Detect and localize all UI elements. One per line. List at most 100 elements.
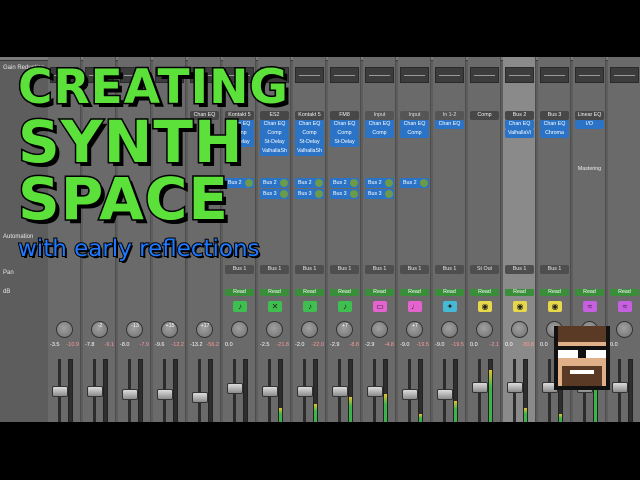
send-level-knob[interactable] [420, 179, 428, 187]
plugin-slot[interactable]: Chan EQ [435, 120, 464, 129]
automation-mode[interactable]: Read [260, 289, 289, 296]
pan-knob[interactable] [56, 321, 73, 338]
plugin-slot[interactable]: ValhallaVi [505, 129, 534, 138]
volume-fader[interactable] [367, 386, 383, 397]
plugin-slot[interactable]: Chan EQ [540, 120, 569, 129]
automation-mode[interactable]: Read [295, 289, 324, 296]
gain-reduction-meter [400, 67, 429, 83]
plugin-slot[interactable]: Chan EQ [365, 120, 394, 129]
send-slot[interactable]: Bus 2 [400, 178, 429, 188]
send-slot[interactable]: Bus 3 [260, 189, 289, 199]
pan-knob[interactable] [371, 321, 388, 338]
output-slot[interactable]: Bus 1 [365, 265, 394, 274]
automation-mode[interactable]: Read [575, 289, 604, 296]
send-level-knob[interactable] [385, 179, 393, 187]
volume-fader[interactable] [157, 389, 173, 400]
plugin-slot[interactable]: I/O [575, 120, 604, 129]
pan-knob[interactable] [266, 321, 283, 338]
plugin-slot[interactable]: ValhallaSh [260, 147, 289, 156]
send-slot[interactable]: Bus 3 [330, 189, 359, 199]
plugin-slot[interactable]: St-Delay [260, 138, 289, 147]
plugin-slot[interactable]: St-Delay [330, 138, 359, 147]
automation-mode[interactable]: Read [610, 289, 639, 296]
volume-fader[interactable] [472, 381, 488, 393]
plugin-slot[interactable]: Comp [295, 129, 324, 138]
plugin-slot[interactable]: Linear EQ [575, 111, 604, 120]
output-slot[interactable]: St Out [470, 265, 499, 274]
output-slot[interactable]: Bus 1 [400, 265, 429, 274]
send-level-knob[interactable] [385, 190, 393, 198]
volume-fader[interactable] [437, 389, 453, 400]
automation-mode[interactable]: Read [505, 289, 534, 296]
plugin-slot[interactable]: In 1-2 [435, 111, 464, 120]
volume-fader[interactable] [87, 386, 103, 397]
volume-fader[interactable] [122, 389, 138, 400]
send-level-knob[interactable] [245, 179, 253, 187]
plugin-slot[interactable]: Comp [365, 129, 394, 138]
pan-knob[interactable] [476, 321, 493, 338]
output-slot[interactable]: Bus 1 [540, 265, 569, 274]
send-slot[interactable]: Bus 2 [295, 178, 324, 188]
send-level-knob[interactable] [280, 190, 288, 198]
send-level-knob[interactable] [350, 179, 358, 187]
plugin-slot[interactable]: Comp [400, 129, 429, 138]
plugin-slot[interactable]: FM8 [330, 111, 359, 120]
output-slot[interactable]: Bus 1 [330, 265, 359, 274]
send-slot[interactable]: Bus 3 [295, 189, 324, 199]
send-level-knob[interactable] [280, 179, 288, 187]
automation-mode[interactable]: Read [540, 289, 569, 296]
gain-reduction-meter [540, 67, 569, 83]
pan-knob[interactable] [616, 321, 633, 338]
send-slot[interactable]: Bus 2 [365, 178, 394, 188]
plugin-slot[interactable]: ValhallaSh [295, 147, 324, 156]
output-slot[interactable]: Bus 1 [225, 265, 254, 274]
plugin-slot[interactable]: Bus 2 [505, 111, 534, 120]
plugin-slot[interactable]: Bus 3 [540, 111, 569, 120]
automation-mode[interactable]: Read [470, 289, 499, 296]
output-slot[interactable]: Bus 1 [260, 265, 289, 274]
plugin-slot[interactable]: Chan EQ [330, 120, 359, 129]
volume-fader[interactable] [402, 389, 418, 400]
output-slot[interactable]: Bus 1 [505, 265, 534, 274]
volume-fader[interactable] [52, 386, 68, 397]
plugin-slot[interactable]: Input [400, 111, 429, 120]
pan-knob[interactable] [511, 321, 528, 338]
pan-knob[interactable] [231, 321, 248, 338]
send-level-knob[interactable] [350, 190, 358, 198]
automation-mode[interactable]: Read [330, 289, 359, 296]
plugin-slot[interactable]: Chan EQ [260, 120, 289, 129]
plugin-slot[interactable]: Chan EQ [400, 120, 429, 129]
automation-mode[interactable]: Read [435, 289, 464, 296]
send-slot[interactable]: Bus 2 [330, 178, 359, 188]
automation-mode[interactable]: Read [400, 289, 429, 296]
plugin-slot[interactable]: Comp [260, 129, 289, 138]
plugin-slot[interactable]: Chan EQ [295, 120, 324, 129]
volume-fader[interactable] [227, 383, 243, 394]
plugin-slot[interactable]: Chan EQ [505, 120, 534, 129]
volume-fader[interactable] [507, 381, 523, 393]
plugin-slot[interactable]: Input [365, 111, 394, 120]
volume-fader[interactable] [297, 386, 313, 397]
pan-knob[interactable] [441, 321, 458, 338]
plugin-slot[interactable]: Comp [470, 111, 499, 120]
plugin-slot[interactable]: Chroma [540, 129, 569, 138]
volume-fader[interactable] [332, 386, 348, 397]
automation-mode[interactable]: Read [225, 289, 254, 296]
volume-fader[interactable] [262, 386, 278, 397]
plugin-slot[interactable]: St-Delay [295, 138, 324, 147]
output-slot[interactable]: Bus 1 [295, 265, 324, 274]
send-slot[interactable]: Bus 2 [225, 178, 254, 188]
automation-mode[interactable]: Read [365, 289, 394, 296]
send-slot[interactable]: Bus 2 [260, 178, 289, 188]
send-level-knob[interactable] [315, 190, 323, 198]
pan-knob[interactable] [301, 321, 318, 338]
track-icon: ♪ [303, 301, 317, 312]
plugin-slot[interactable]: Kontakt 5 [295, 111, 324, 120]
level-meter [278, 359, 283, 422]
plugin-slot[interactable]: Comp [330, 129, 359, 138]
send-level-knob[interactable] [315, 179, 323, 187]
send-slot[interactable]: Bus 3 [365, 189, 394, 199]
volume-fader[interactable] [192, 392, 208, 403]
output-slot[interactable]: Bus 1 [435, 265, 464, 274]
db-readout: -2.9 -4.8 [365, 342, 394, 348]
